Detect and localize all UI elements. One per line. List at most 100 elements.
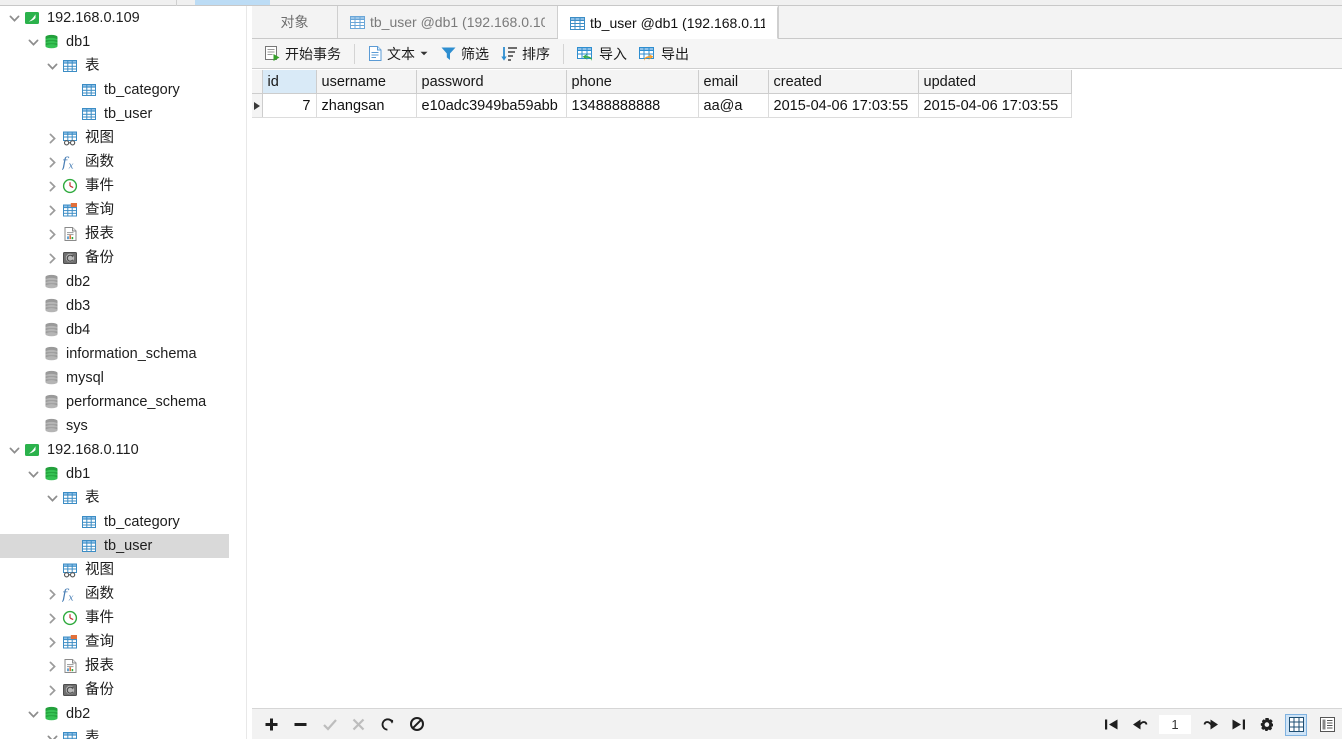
data-grid-scroll-area[interactable]: id username password phone email created… (252, 70, 1342, 714)
tree-node-[interactable]: 查询 (0, 630, 229, 654)
cell-phone[interactable]: 13488888888 (566, 93, 699, 118)
object-tree-panel[interactable]: 192.168.0.109 db1 表 tb_category tb_user 视图 f x 函… (0, 6, 229, 739)
cell-password[interactable]: e10adc3949ba59abb (416, 93, 567, 118)
text-button[interactable]: 文本 (362, 42, 434, 66)
previous-record-button[interactable] (1130, 715, 1149, 734)
chevron-down-icon[interactable] (6, 446, 22, 455)
tree-node-192.168.0.109[interactable]: 192.168.0.109 (0, 6, 229, 30)
tree-node-[interactable]: 事件 (0, 174, 229, 198)
data-grid[interactable]: id username password phone email created… (252, 70, 1072, 118)
chevron-right-icon[interactable] (44, 181, 60, 192)
tab-tbuser-110[interactable]: tb_user @db1 (192.168.0.11... (558, 6, 778, 39)
tree-node-[interactable]: 报表 (0, 222, 229, 246)
chevron-right-icon[interactable] (44, 613, 60, 624)
tree-node-db2[interactable]: db2 (0, 702, 229, 726)
chevron-right-icon[interactable] (44, 205, 60, 216)
column-header-phone[interactable]: phone (566, 70, 699, 94)
tree-node-[interactable]: 表 (0, 486, 229, 510)
tree-node-[interactable]: 备份 (0, 678, 229, 702)
tree-node-tb_category[interactable]: tb_category (0, 78, 229, 102)
begin-transaction-button[interactable]: 开始事务 (258, 42, 347, 66)
tree-node-192.168.0.110[interactable]: 192.168.0.110 (0, 438, 229, 462)
cell-updated[interactable]: 2015-04-06 17:03:55 (918, 93, 1072, 118)
column-header-username[interactable]: username (316, 70, 417, 94)
record-action-buttons[interactable] (252, 715, 426, 734)
chevron-down-icon[interactable] (420, 49, 428, 58)
chevron-down-icon[interactable] (25, 710, 41, 719)
tree-node-[interactable]: 视图 (0, 558, 229, 582)
grid-header-row[interactable]: id username password phone email created… (252, 70, 1072, 94)
column-header-password[interactable]: password (416, 70, 567, 94)
tree-node-performance_schema[interactable]: performance_schema (0, 390, 229, 414)
tab-bar[interactable]: 对象 tb_user @db1 (192.168.0.10... tb_user… (252, 6, 1342, 39)
column-header-email[interactable]: email (698, 70, 769, 94)
chevron-right-icon[interactable] (44, 685, 60, 696)
grid-view-button[interactable] (1285, 713, 1307, 736)
chevron-down-icon[interactable] (44, 62, 60, 71)
cell-id[interactable]: 7 (262, 93, 317, 118)
tree-node-[interactable]: 报表 (0, 654, 229, 678)
column-header-id[interactable]: id (262, 70, 317, 94)
chevron-right-icon[interactable] (44, 229, 60, 240)
tree-node-information_schema[interactable]: information_schema (0, 342, 229, 366)
stop-button[interactable] (407, 715, 426, 734)
cell-username[interactable]: zhangsan (316, 93, 417, 118)
chevron-down-icon[interactable] (25, 470, 41, 479)
tab-objects[interactable]: 对象 (252, 6, 338, 38)
tab-tbuser-109[interactable]: tb_user @db1 (192.168.0.10... (338, 6, 558, 38)
delete-record-button[interactable] (291, 715, 310, 734)
tree-node-[interactable]: 表 (0, 726, 229, 739)
column-header-created[interactable]: created (768, 70, 919, 94)
chevron-down-icon[interactable] (44, 494, 60, 503)
tree-node-db1[interactable]: db1 (0, 462, 229, 486)
table-row[interactable]: 7 zhangsan e10adc3949ba59abb 13488888888… (252, 93, 1072, 118)
tree-node-db3[interactable]: db3 (0, 294, 229, 318)
chevron-right-icon[interactable] (44, 589, 60, 600)
tree-node-db2[interactable]: db2 (0, 270, 229, 294)
tree-node-[interactable]: 视图 (0, 126, 229, 150)
connection-icon (22, 9, 42, 27)
object-tree[interactable]: 192.168.0.109 db1 表 tb_category tb_user 视图 f x 函… (0, 6, 229, 739)
current-page-input[interactable]: 1 (1158, 714, 1192, 735)
record-navigation[interactable]: 1 (1102, 709, 1338, 739)
grid-status-bar[interactable]: 1 (252, 708, 1342, 739)
tree-node-sys[interactable]: sys (0, 414, 229, 438)
first-record-button[interactable] (1102, 715, 1121, 734)
filter-button[interactable]: 筛选 (434, 42, 495, 66)
chevron-right-icon[interactable] (44, 637, 60, 648)
cell-created[interactable]: 2015-04-06 17:03:55 (768, 93, 919, 118)
tree-node-tb_user[interactable]: tb_user (0, 534, 229, 558)
sort-button[interactable]: 排序 (495, 42, 556, 66)
import-button[interactable]: 导入 (571, 42, 633, 66)
tree-node-[interactable]: 表 (0, 54, 229, 78)
tree-node-tb_category[interactable]: tb_category (0, 510, 229, 534)
add-record-button[interactable] (262, 715, 281, 734)
top-strip-active-item[interactable] (195, 0, 270, 5)
tree-node-[interactable]: 查询 (0, 198, 229, 222)
refresh-button[interactable] (378, 715, 397, 734)
tree-node-[interactable]: 事件 (0, 606, 229, 630)
gear-icon[interactable] (1257, 715, 1276, 734)
chevron-right-icon[interactable] (44, 157, 60, 168)
form-view-button[interactable] (1316, 714, 1338, 736)
data-toolbar[interactable]: 开始事务 文本 筛选 排序 导入 导出 (252, 39, 1342, 69)
tree-node-db4[interactable]: db4 (0, 318, 229, 342)
tree-node-db1[interactable]: db1 (0, 30, 229, 54)
chevron-right-icon[interactable] (44, 661, 60, 672)
tree-node-[interactable]: f x 函数 (0, 150, 229, 174)
pane-splitter[interactable] (246, 6, 247, 739)
tree-node-mysql[interactable]: mysql (0, 366, 229, 390)
chevron-down-icon[interactable] (25, 38, 41, 47)
chevron-down-icon[interactable] (44, 734, 60, 739)
export-button[interactable]: 导出 (633, 42, 695, 66)
chevron-down-icon[interactable] (6, 14, 22, 23)
next-record-button[interactable] (1201, 715, 1220, 734)
cell-email[interactable]: aa@a (698, 93, 769, 118)
last-record-button[interactable] (1229, 715, 1248, 734)
chevron-right-icon[interactable] (44, 253, 60, 264)
tree-node-tb_user[interactable]: tb_user (0, 102, 229, 126)
tree-node-[interactable]: 备份 (0, 246, 229, 270)
chevron-right-icon[interactable] (44, 133, 60, 144)
column-header-updated[interactable]: updated (918, 70, 1072, 94)
tree-node-[interactable]: f x 函数 (0, 582, 229, 606)
